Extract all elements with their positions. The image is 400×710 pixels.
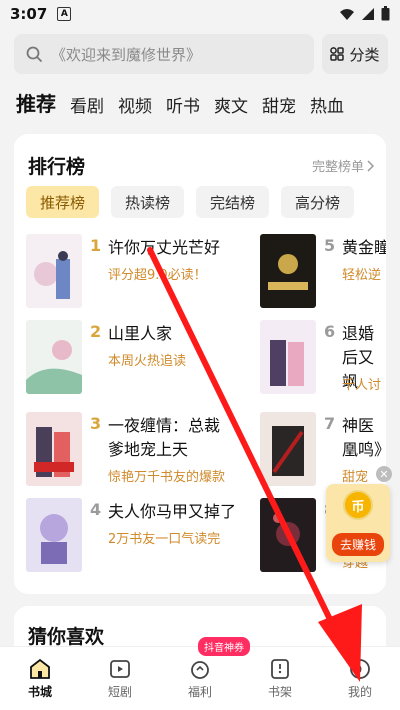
- rank-number: 3: [90, 414, 102, 433]
- play-icon: [110, 660, 130, 678]
- rank-number: 2: [90, 322, 102, 341]
- status-time: 3:07: [10, 5, 48, 23]
- category-button[interactable]: 分类: [322, 34, 388, 74]
- book-title: 一夜缠情：总裁爹地宠上天: [108, 416, 221, 459]
- rank-item-5[interactable]: 5 黄金瞳 轻松逆: [260, 234, 386, 312]
- chip-recommend[interactable]: 推荐榜: [26, 186, 100, 218]
- rank-number: 4: [90, 500, 102, 519]
- notification-icon: A: [57, 7, 72, 21]
- status-icons: [339, 6, 390, 21]
- battery-icon: [381, 6, 390, 21]
- tab-video[interactable]: 视频: [118, 92, 152, 117]
- ranking-chips: 推荐榜 热读榜 完结榜 高分榜: [26, 186, 355, 218]
- book-cover: [26, 498, 82, 572]
- nav-label: 书架: [267, 685, 292, 699]
- rank-item-3[interactable]: 3 一夜缠情：总裁爹地宠上天 惊艳万千书友的爆款: [26, 412, 246, 490]
- tab-thrill[interactable]: 爽文: [214, 92, 248, 117]
- guess-title: 猜你喜欢: [28, 626, 105, 648]
- tab-drama[interactable]: 看剧: [70, 92, 104, 117]
- search-placeholder: 《欢迎来到魔修世界》: [51, 45, 202, 64]
- book-subtitle: 评分超9.0必读！: [108, 268, 207, 283]
- book-cover: [260, 234, 316, 308]
- book-title: 黄金瞳: [342, 238, 386, 257]
- book-subtitle: 甜宠: [342, 470, 369, 485]
- rank-number: 6: [324, 322, 336, 341]
- search-icon: [26, 46, 43, 62]
- book-cover: [26, 234, 82, 308]
- nav-bookstore[interactable]: 书城: [10, 657, 70, 700]
- rank-item-7[interactable]: 7 神医凰鸣》 甜宠: [260, 412, 386, 490]
- nav-label: 我的: [347, 685, 372, 699]
- full-ranking-link[interactable]: 完整榜单: [312, 156, 374, 175]
- book-cover: [260, 320, 316, 394]
- grid-icon: [330, 47, 345, 61]
- coin-icon: 币: [343, 490, 373, 520]
- tab-passion[interactable]: 热血: [310, 92, 344, 117]
- book-subtitle: 2万书友一口气读完: [108, 532, 221, 547]
- book-title: 夫人你马甲又掉了: [108, 502, 237, 521]
- status-bar: 3:07 A: [0, 0, 400, 28]
- home-icon: [30, 658, 50, 679]
- book-cover: [260, 412, 316, 486]
- chip-hot[interactable]: 热读榜: [111, 186, 185, 218]
- top-tabs: 推荐 看剧 视频 听书 爽文 甜宠 热血: [16, 88, 400, 117]
- rank-item-2[interactable]: 2 山里人家 本周火热追读: [26, 320, 246, 398]
- tab-sweet[interactable]: 甜宠: [262, 92, 296, 117]
- chip-finished[interactable]: 完结榜: [196, 186, 270, 218]
- full-ranking-label: 完整榜单: [311, 160, 364, 175]
- book-subtitle: 轻松逆: [342, 268, 382, 283]
- profile-icon: [350, 659, 370, 679]
- rank-number: 1: [90, 236, 102, 255]
- tab-audiobook[interactable]: 听书: [166, 92, 200, 117]
- search-input[interactable]: 《欢迎来到魔修世界》: [14, 34, 314, 74]
- category-label: 分类: [349, 45, 380, 64]
- earn-money-widget[interactable]: 币 去赚钱: [326, 484, 390, 562]
- book-title: 许你万丈光芒好: [108, 238, 221, 257]
- wifi-icon: [340, 8, 354, 20]
- nav-short-drama[interactable]: 短剧: [90, 657, 150, 700]
- rank-item-4[interactable]: 4 夫人你马甲又掉了 2万书友一口气读完: [26, 498, 246, 576]
- signal-icon: [362, 7, 374, 20]
- bottom-nav: 书城 短剧 抖音神券 福利 书架 我的: [0, 637, 400, 710]
- book-cover: [260, 498, 316, 572]
- book-cover: [26, 412, 82, 486]
- book-title: 神医凰鸣》: [342, 416, 386, 459]
- ranking-title: 排行榜: [28, 156, 86, 178]
- gift-icon: [191, 661, 209, 679]
- nav-bookshelf[interactable]: 书架: [250, 657, 310, 700]
- book-cover: [26, 320, 82, 394]
- nav-profile[interactable]: 我的: [330, 657, 390, 700]
- book-title: 山里人家: [108, 324, 173, 343]
- book-subtitle: 惊艳万千书友的爆款: [108, 470, 226, 485]
- nav-welfare[interactable]: 抖音神券 福利: [170, 637, 250, 700]
- book-subtitle: 千人讨: [342, 378, 382, 393]
- tab-recommend[interactable]: 推荐: [16, 88, 56, 117]
- chip-high-score[interactable]: 高分榜: [281, 186, 355, 218]
- nav-label: 书城: [27, 685, 52, 699]
- rank-number: 7: [324, 414, 336, 433]
- search-row: 《欢迎来到魔修世界》 分类: [14, 34, 388, 74]
- rank-number: 5: [324, 236, 336, 255]
- book-subtitle: 本周火热追读: [108, 354, 187, 369]
- close-icon[interactable]: ✕: [376, 466, 392, 482]
- rank-item-6[interactable]: 6 退婚后又飒 千人讨: [260, 320, 386, 398]
- welfare-badge: 抖音神券: [198, 637, 250, 656]
- nav-label: 福利: [187, 685, 212, 699]
- ranking-header: 排行榜 完整榜单: [28, 152, 374, 179]
- earn-button[interactable]: 去赚钱: [331, 533, 384, 556]
- bookshelf-icon: [271, 659, 289, 679]
- rank-item-1[interactable]: 1 许你万丈光芒好 评分超9.0必读！: [26, 234, 246, 312]
- chevron-right-icon: [367, 159, 374, 172]
- nav-label: 短剧: [107, 685, 132, 699]
